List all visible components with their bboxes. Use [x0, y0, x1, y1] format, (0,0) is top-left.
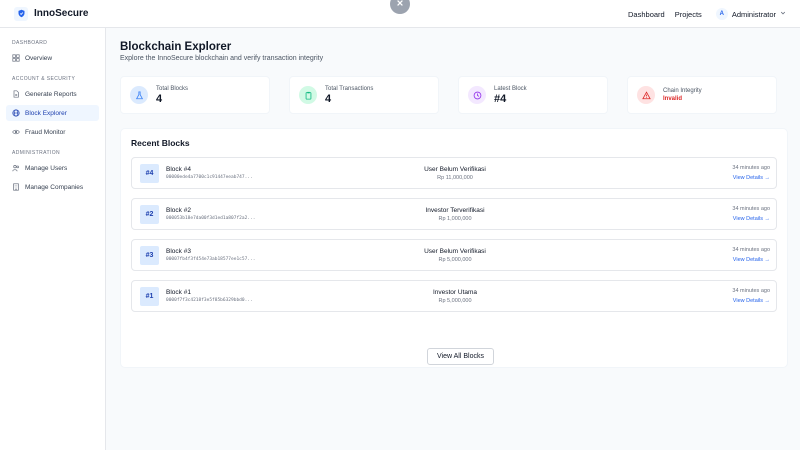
block-amount: Rp 5,000,000	[438, 298, 472, 304]
block-status: Investor Terverifikasi	[425, 207, 485, 214]
view-all-blocks-button[interactable]: View All Blocks	[427, 348, 494, 365]
sidebar-item-label: Fraud Monitor	[25, 128, 66, 136]
brand-name: InnoSecure	[34, 8, 89, 19]
top-nav: Dashboard Projects A Administrator	[628, 0, 786, 28]
stat-label: Total Transactions	[325, 85, 374, 92]
stat-card-total-blocks: Total Blocks 4	[120, 76, 270, 114]
stat-value: 4	[325, 92, 332, 105]
user-menu[interactable]: A Administrator	[715, 8, 786, 20]
sidebar-item-generate-reports[interactable]: Generate Reports	[6, 86, 99, 102]
sidebar-section-title: ACCOUNT & SECURITY	[12, 76, 76, 82]
sidebar-item-manage-users[interactable]: Manage Users	[6, 160, 99, 176]
view-details-link[interactable]: View Details →	[733, 257, 770, 263]
sidebar-item-label: Manage Companies	[25, 183, 84, 191]
block-amount: Rp 11,000,000	[437, 175, 473, 181]
chevron-down-icon	[780, 10, 786, 18]
warning-icon	[637, 86, 655, 104]
sidebar-item-label: Manage Users	[25, 164, 68, 172]
grid-icon	[12, 54, 20, 62]
view-details-link[interactable]: View Details →	[733, 298, 770, 304]
stat-value: Invalid	[663, 96, 683, 102]
page-subtitle: Explore the InnoSecure blockchain and ve…	[120, 55, 324, 62]
users-icon	[12, 164, 20, 172]
block-status: User Belum Verifikasi	[424, 248, 486, 255]
sidebar-section-title: DASHBOARD	[12, 40, 48, 46]
sidebar-item-block-explorer[interactable]: Block Explorer	[6, 105, 99, 121]
stat-label: Latest Block	[494, 85, 527, 92]
sidebar-item-fraud-monitor[interactable]: Fraud Monitor	[6, 124, 99, 140]
stat-card-total-transactions: Total Transactions 4	[289, 76, 439, 114]
sidebar-section-title: ADMINISTRATION	[12, 150, 61, 156]
stat-value: #4	[494, 92, 507, 105]
block-time: 34 minutes ago	[732, 206, 770, 212]
nav-link-projects[interactable]: Projects	[675, 10, 702, 19]
user-name: Administrator	[731, 9, 776, 19]
section-title: Recent Blocks	[131, 138, 190, 148]
avatar: A	[715, 8, 728, 20]
stat-card-chain-integrity: Chain Integrity Invalid	[627, 76, 777, 114]
stat-card-latest-block: Latest Block #4	[458, 76, 608, 114]
building-icon	[12, 183, 20, 191]
sidebar-item-overview[interactable]: Overview	[6, 50, 99, 66]
clipboard-icon	[299, 86, 317, 104]
stat-value: 4	[156, 92, 163, 105]
block-row[interactable]: #1 Block #1 0000f7f3c4218f3e5f85b6329bbd…	[131, 280, 777, 312]
block-status: User Belum Verifikasi	[424, 166, 486, 173]
block-row[interactable]: #4 Block #4 00000ede4a7700c1c91447eeab74…	[131, 157, 777, 189]
block-status: Investor Utama	[432, 289, 478, 296]
view-details-link[interactable]: View Details →	[733, 175, 770, 181]
block-amount: Rp 1,000,000	[438, 216, 472, 222]
block-time: 34 minutes ago	[732, 247, 770, 253]
close-icon	[396, 0, 404, 10]
nav-link-dashboard[interactable]: Dashboard	[628, 10, 665, 19]
page-title: Blockchain Explorer	[120, 41, 232, 53]
view-details-link[interactable]: View Details →	[733, 216, 770, 222]
sidebar-item-label: Block Explorer	[25, 109, 67, 117]
block-time: 34 minutes ago	[732, 288, 770, 294]
sidebar-item-label: Generate Reports	[25, 90, 77, 98]
globe-icon	[12, 109, 20, 117]
sidebar: DASHBOARD Overview ACCOUNT & SECURITY Ge…	[0, 28, 106, 450]
stat-label: Total Blocks	[156, 85, 189, 92]
block-row[interactable]: #2 Block #2 000053b18e7da00f3d1ed1a807f2…	[131, 198, 777, 230]
shield-logo-icon	[14, 6, 28, 21]
sidebar-item-label: Overview	[25, 54, 53, 62]
block-amount: Rp 5,000,000	[438, 257, 472, 263]
sidebar-item-manage-companies[interactable]: Manage Companies	[6, 179, 99, 195]
block-row[interactable]: #3 Block #3 00007fb4f3f454e73ab18577ee1c…	[131, 239, 777, 271]
file-icon	[12, 90, 20, 98]
main-content: Blockchain Explorer Explore the InnoSecu…	[106, 28, 800, 450]
brand[interactable]: InnoSecure	[14, 6, 89, 21]
stat-label: Chain Integrity	[663, 88, 702, 94]
flask-icon	[130, 86, 148, 104]
recent-blocks-panel: Recent Blocks #4 Block #4 00000ede4a7700…	[120, 128, 788, 368]
block-time: 34 minutes ago	[732, 165, 770, 171]
eye-icon	[12, 128, 20, 136]
clock-icon	[468, 86, 486, 104]
